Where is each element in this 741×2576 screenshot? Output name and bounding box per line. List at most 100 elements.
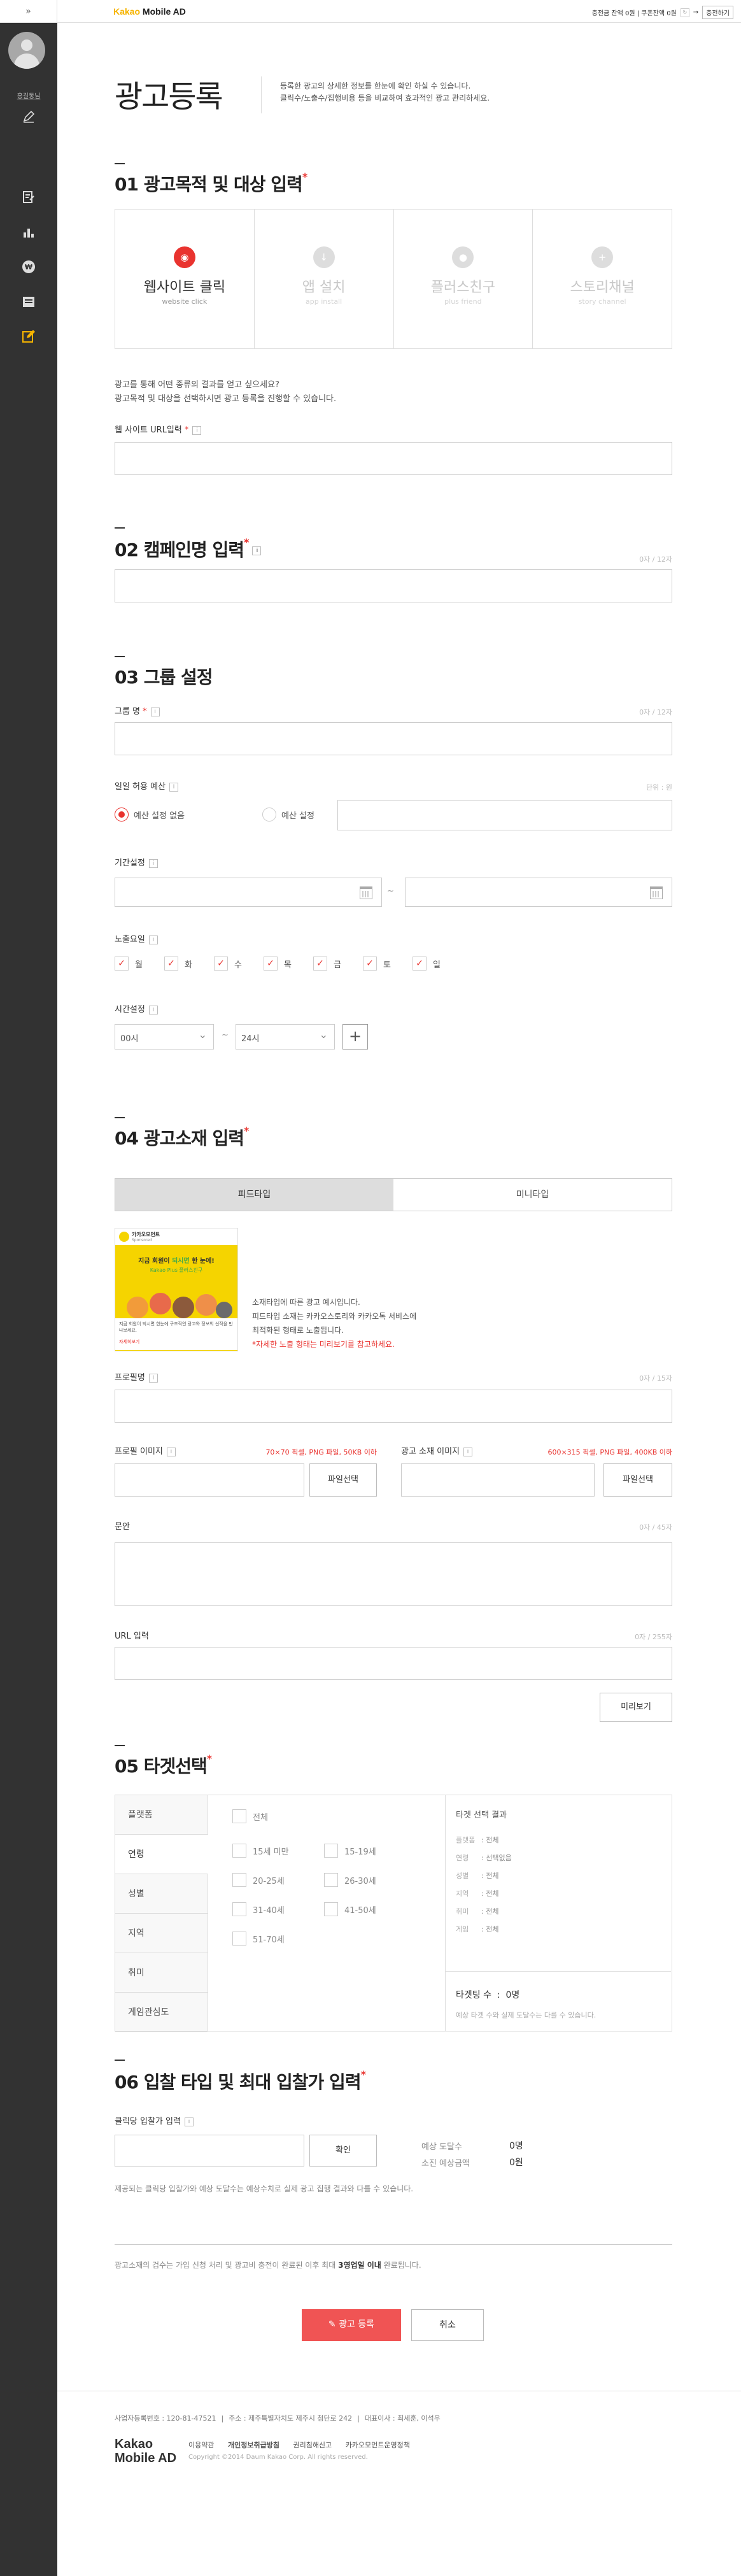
time-from-select[interactable]: 00시 bbox=[115, 1024, 214, 1050]
ad-text-textarea[interactable] bbox=[115, 1542, 672, 1606]
info-icon[interactable]: i bbox=[148, 1005, 158, 1014]
charge-button[interactable]: 충전하기 bbox=[702, 6, 733, 19]
edit-icon[interactable] bbox=[21, 329, 36, 344]
ad-url-input[interactable] bbox=[115, 1647, 672, 1680]
tab-mini-type[interactable]: 미니타입 bbox=[393, 1179, 672, 1211]
target-tab-gender[interactable]: 성별 bbox=[115, 1874, 208, 1914]
tab-feed-type[interactable]: 피드타입 bbox=[115, 1179, 393, 1211]
age-checkbox-15-19[interactable]: 15-19세 bbox=[324, 1844, 376, 1858]
register-ad-button[interactable]: ✎ 광고 등록 bbox=[302, 2309, 401, 2341]
won-icon[interactable]: ₩ bbox=[21, 259, 36, 274]
section-3-title: 03 그룹 설정 bbox=[115, 667, 213, 688]
info-icon[interactable]: i bbox=[169, 782, 179, 792]
age-checkbox-20-25[interactable]: 20-25세 bbox=[232, 1873, 285, 1887]
info-icon[interactable]: i bbox=[148, 935, 158, 944]
cancel-button[interactable]: 취소 bbox=[411, 2309, 484, 2341]
expected-cost: 0원 bbox=[509, 2158, 523, 2168]
day-checkbox-mon[interactable]: ✓ 월 bbox=[115, 957, 143, 971]
logo[interactable]: Kakao Mobile AD bbox=[113, 6, 186, 17]
ad-register-icon[interactable] bbox=[21, 190, 36, 205]
age-checkbox-31-40[interactable]: 31-40세 bbox=[232, 1902, 285, 1916]
target-tab-age[interactable]: 연령 bbox=[115, 1835, 208, 1874]
profile-image-input[interactable] bbox=[115, 1463, 304, 1497]
preview-button[interactable]: 미리보기 bbox=[600, 1693, 672, 1722]
day-checkbox-sun[interactable]: ✓ 일 bbox=[413, 957, 441, 971]
ad-image-input[interactable] bbox=[401, 1463, 595, 1497]
objective-website-click[interactable]: ◉ 웹사이트 클릭 website click bbox=[115, 210, 255, 348]
day-checkbox-fri[interactable]: ✓ 금 bbox=[313, 957, 341, 971]
ad-url-label: URL 입력 bbox=[115, 1632, 149, 1641]
section-6-title: 06 입찰 타입 및 최대 입찰가 입력* bbox=[115, 2068, 366, 2093]
profile-name-input[interactable] bbox=[115, 1390, 672, 1423]
rights-link[interactable]: 권리침해신고 bbox=[293, 2441, 332, 2449]
campaign-name-input[interactable] bbox=[115, 569, 672, 602]
objective-app-install[interactable]: ↓ 앱 설치 app install bbox=[255, 210, 394, 348]
review-note: 광고소재의 검수는 가입 신청 처리 및 광고비 충전이 완료된 이후 최대 3… bbox=[115, 2261, 421, 2270]
radio-no-budget[interactable]: 예산 설정 없음 bbox=[115, 808, 185, 822]
website-url-input[interactable] bbox=[115, 442, 672, 475]
info-icon[interactable]: i bbox=[184, 2117, 194, 2126]
policy-link[interactable]: 카카오모먼트운영정책 bbox=[346, 2441, 410, 2449]
objective-description: 광고를 통해 어떤 종류의 결과를 얻고 싶으세요? 광고목적 및 대상을 선택… bbox=[115, 380, 337, 404]
calendar-icon[interactable] bbox=[650, 886, 663, 899]
double-chevron-right-icon: » bbox=[25, 6, 31, 17]
company-info: 사업자등록번호 : 120-81-47521 | 주소 : 제주특별자치도 제주시 … bbox=[115, 2414, 441, 2423]
info-icon[interactable]: i bbox=[192, 425, 202, 435]
time-setting-label: 시간설정 i bbox=[115, 1002, 158, 1014]
refresh-icon[interactable]: ↻ bbox=[680, 8, 689, 17]
day-checkbox-thu[interactable]: ✓ 목 bbox=[264, 957, 292, 971]
objective-plus-friend[interactable]: ● 플러스친구 plus friend bbox=[394, 210, 533, 348]
sidebar: » 홍길동님 ₩ bbox=[0, 0, 57, 2576]
group-name-count: 0자 / 12자 bbox=[639, 708, 672, 716]
time-to-select[interactable]: 24시 bbox=[236, 1024, 335, 1050]
pencil-icon[interactable] bbox=[22, 110, 36, 124]
group-name-input[interactable] bbox=[115, 722, 672, 755]
bid-input[interactable] bbox=[115, 2135, 304, 2167]
start-date-input[interactable] bbox=[115, 878, 382, 907]
message-icon[interactable] bbox=[21, 294, 36, 310]
target-tab-hobby[interactable]: 취미 bbox=[115, 1953, 208, 1993]
section-1-title: 01 광고목적 및 대상 입력* bbox=[115, 171, 307, 195]
info-icon[interactable]: i bbox=[463, 1447, 472, 1456]
day-checkbox-wed[interactable]: ✓ 수 bbox=[214, 957, 242, 971]
ad-text-label: 문안 bbox=[115, 1522, 130, 1532]
footer-links: 이용약관 개인정보취급방침 권리침해신고 카카오모먼트운영정책 bbox=[188, 2440, 421, 2450]
end-date-input[interactable] bbox=[405, 878, 672, 907]
stats-icon[interactable] bbox=[21, 225, 36, 240]
info-icon[interactable]: i bbox=[166, 1447, 176, 1456]
age-checkbox-41-50[interactable]: 41-50세 bbox=[324, 1902, 376, 1916]
ad-image-file-button[interactable]: 파일선택 bbox=[603, 1463, 672, 1497]
balance-notice: 충전금 잔액 0원 | 쿠폰잔액 0원 bbox=[591, 10, 677, 17]
target-tab-region[interactable]: 지역 bbox=[115, 1914, 208, 1953]
sidebar-toggle-button[interactable]: » bbox=[0, 0, 57, 23]
profile-image-file-button[interactable]: 파일선택 bbox=[309, 1463, 377, 1497]
group-name-label: 그룹 명 * i bbox=[115, 704, 160, 716]
info-icon[interactable]: i bbox=[252, 546, 262, 555]
day-checkbox-sat[interactable]: ✓ 토 bbox=[363, 957, 391, 971]
objective-story-channel[interactable]: + 스토리채널 story channel bbox=[533, 210, 672, 348]
target-tab-platform[interactable]: 플랫폼 bbox=[115, 1795, 208, 1835]
terms-link[interactable]: 이용약관 bbox=[188, 2441, 214, 2449]
sidebar-user-name[interactable]: 홍길동님 bbox=[0, 90, 57, 100]
footer: 사업자등록번호 : 120-81-47521 | 주소 : 제주특별자치도 제주시 … bbox=[57, 2391, 741, 2576]
age-checkbox-all[interactable]: 전체 bbox=[232, 1809, 268, 1823]
add-time-button[interactable]: + bbox=[342, 1024, 368, 1050]
profile-name-count: 0자 / 15자 bbox=[639, 1374, 672, 1383]
bid-confirm-button[interactable]: 확인 bbox=[309, 2135, 377, 2167]
age-checkbox-26-30[interactable]: 26-30세 bbox=[324, 1873, 376, 1887]
radio-set-budget[interactable]: 예산 설정 bbox=[262, 808, 314, 822]
target-tab-game-interest[interactable]: 게임관심도 bbox=[115, 1993, 208, 2032]
info-icon[interactable]: i bbox=[148, 858, 158, 868]
budget-input[interactable] bbox=[337, 800, 672, 830]
url-label: 웹 사이트 URL입력 * i bbox=[115, 423, 202, 435]
ad-image-label: 광고 소재 이미지 i bbox=[401, 1444, 472, 1456]
info-icon[interactable]: i bbox=[150, 707, 160, 716]
age-checkbox-51-70[interactable]: 51-70세 bbox=[232, 1932, 285, 1946]
calendar-icon[interactable] bbox=[360, 886, 372, 899]
info-icon[interactable]: i bbox=[148, 1373, 158, 1383]
privacy-link[interactable]: 개인정보취급방침 bbox=[228, 2441, 279, 2449]
target-result: 타겟 선택 결과 플랫폼: 전체 연령: 선택없음 성별: 전체 지역: 전체 … bbox=[445, 1795, 672, 2031]
avatar[interactable] bbox=[8, 32, 45, 69]
day-checkbox-tue[interactable]: ✓ 화 bbox=[164, 957, 192, 971]
age-checkbox-under15[interactable]: 15세 미만 bbox=[232, 1844, 289, 1858]
